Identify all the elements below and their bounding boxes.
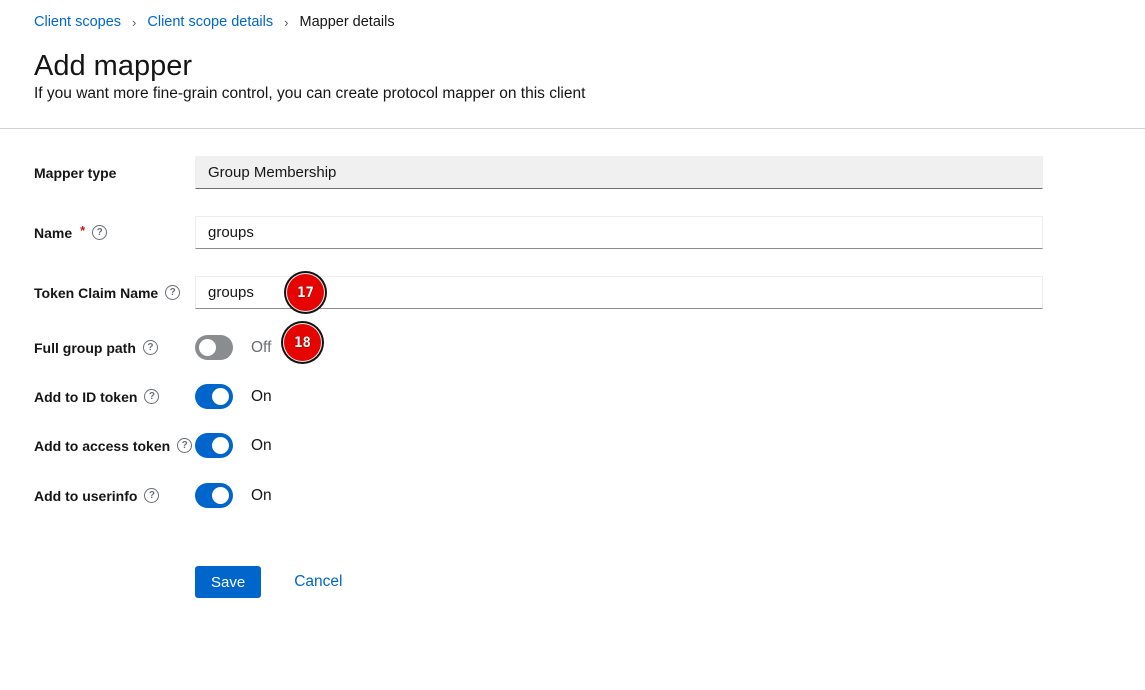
breadcrumb: Client scopes › Client scope details › M… <box>34 14 395 30</box>
field-row-add-to-access-token: Add to access token ? On <box>34 433 1043 458</box>
toggle-knob <box>212 388 229 405</box>
mapper-type-label: Mapper type <box>34 165 116 181</box>
chevron-right-icon: › <box>284 15 288 29</box>
field-row-mapper-type: Mapper type <box>34 156 1043 189</box>
mapper-type-input[interactable] <box>195 156 1043 189</box>
annotation-badge-17: 17 <box>287 274 324 311</box>
header-divider <box>0 128 1145 129</box>
add-to-userinfo-toggle[interactable] <box>195 483 233 508</box>
add-to-userinfo-label: Add to userinfo <box>34 488 137 504</box>
add-to-access-token-state-label: On <box>251 437 272 455</box>
add-mapper-page: Client scopes › Client scope details › M… <box>0 0 1145 690</box>
add-to-access-token-label: Add to access token <box>34 438 170 454</box>
add-to-userinfo-state-label: On <box>251 487 272 505</box>
page-subtitle: If you want more fine-grain control, you… <box>34 85 585 103</box>
annotation-badge-18: 18 <box>284 324 321 361</box>
name-input[interactable] <box>195 216 1043 249</box>
help-icon[interactable]: ? <box>165 285 180 300</box>
field-row-full-group-path: Full group path ? Off 18 <box>34 335 1043 360</box>
full-group-path-toggle[interactable] <box>195 335 233 360</box>
chevron-right-icon: › <box>132 15 136 29</box>
help-icon[interactable]: ? <box>144 488 159 503</box>
field-row-token-claim-name: Token Claim Name ? 17 <box>34 276 1043 309</box>
full-group-path-label: Full group path <box>34 340 136 356</box>
add-to-access-token-toggle[interactable] <box>195 433 233 458</box>
page-title: Add mapper <box>34 50 192 83</box>
help-icon[interactable]: ? <box>144 389 159 404</box>
breadcrumb-current-mapper-details: Mapper details <box>299 14 394 30</box>
cancel-link[interactable]: Cancel <box>294 573 342 591</box>
required-asterisk: * <box>80 223 85 238</box>
help-icon[interactable]: ? <box>92 225 107 240</box>
field-row-add-to-userinfo: Add to userinfo ? On <box>34 483 1043 508</box>
toggle-knob <box>199 339 216 356</box>
toggle-knob <box>212 437 229 454</box>
token-claim-name-label: Token Claim Name <box>34 285 158 301</box>
add-to-id-token-label: Add to ID token <box>34 389 137 405</box>
add-to-id-token-toggle[interactable] <box>195 384 233 409</box>
save-button[interactable]: Save <box>195 566 261 598</box>
field-row-add-to-id-token: Add to ID token ? On <box>34 384 1043 409</box>
help-icon[interactable]: ? <box>177 438 192 453</box>
full-group-path-state-label: Off <box>251 339 271 357</box>
field-row-name: Name * ? <box>34 216 1043 249</box>
help-icon[interactable]: ? <box>143 340 158 355</box>
toggle-knob <box>212 487 229 504</box>
breadcrumb-link-client-scope-details[interactable]: Client scope details <box>147 14 273 30</box>
add-to-id-token-state-label: On <box>251 388 272 406</box>
form-actions: Save Cancel <box>195 566 342 598</box>
name-label: Name <box>34 225 72 241</box>
breadcrumb-link-client-scopes[interactable]: Client scopes <box>34 14 121 30</box>
